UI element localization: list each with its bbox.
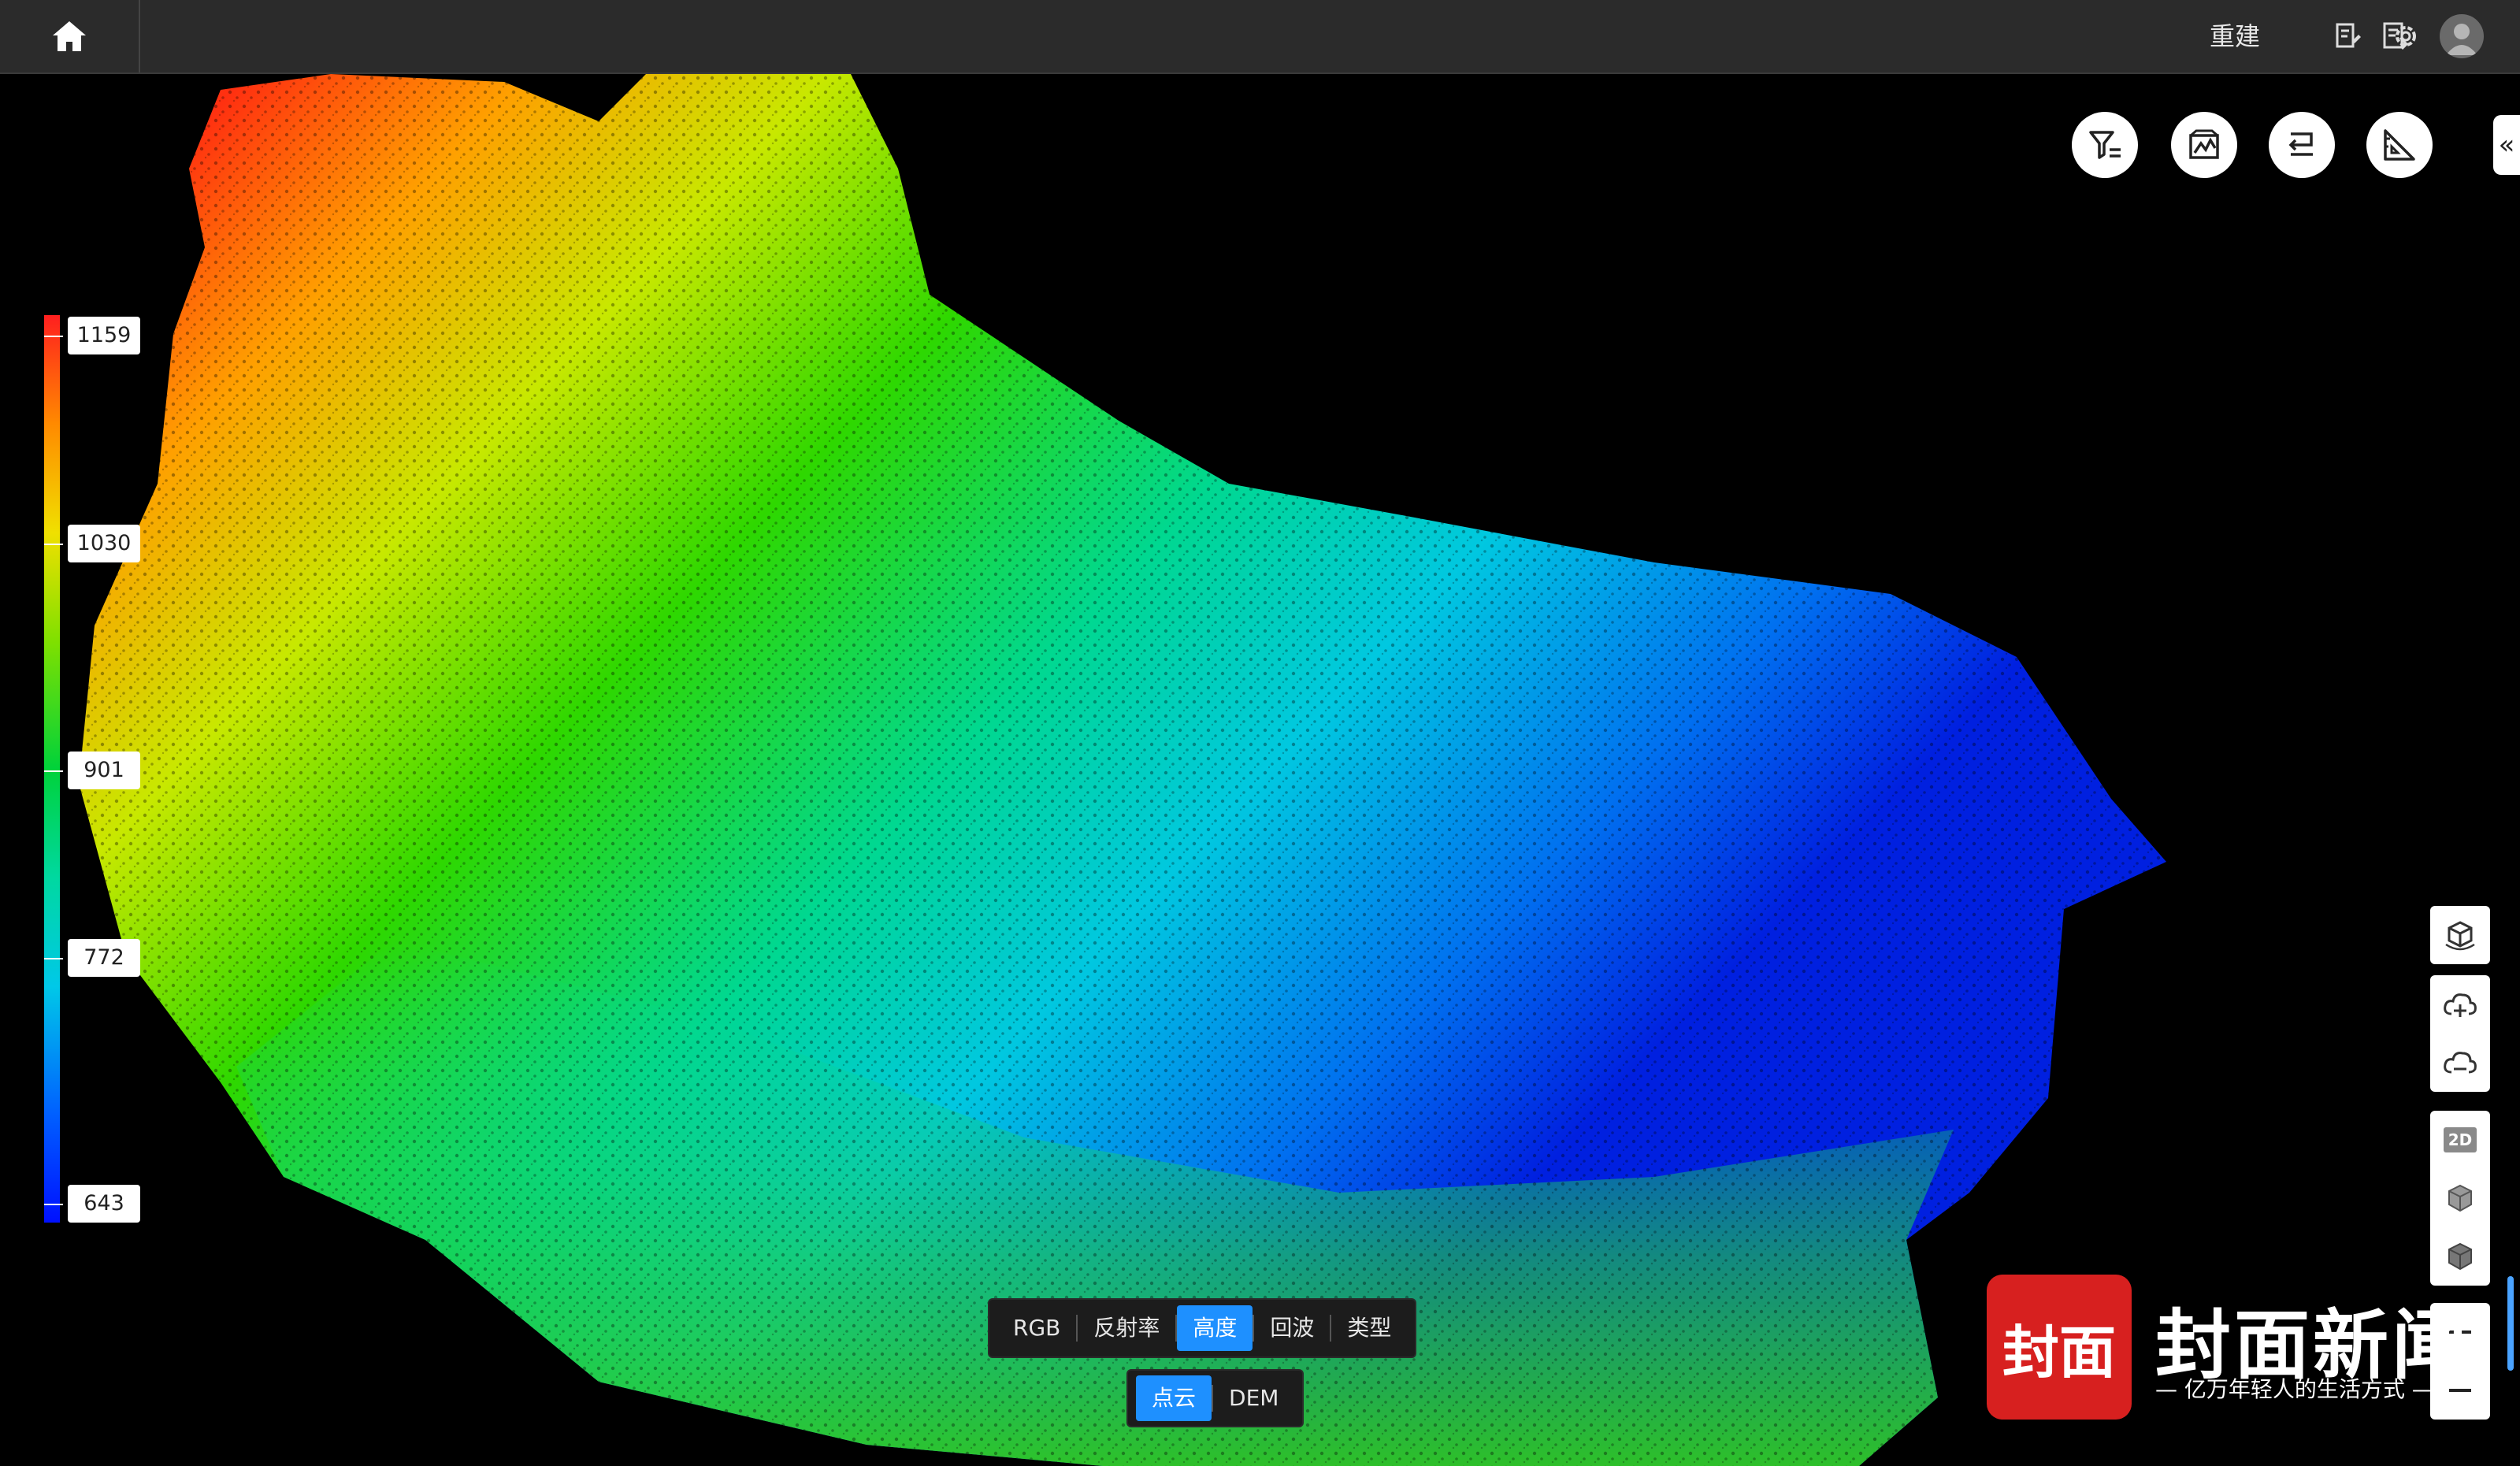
profile-map-button[interactable]: [2171, 112, 2237, 178]
render-mode-type[interactable]: 类型: [1331, 1305, 1407, 1351]
render-mode-reflectance[interactable]: 反射率: [1078, 1305, 1175, 1351]
cloud-remove-button[interactable]: [2430, 1034, 2490, 1092]
rebuild-button[interactable]: 重建: [2210, 0, 2260, 72]
cube-solid-icon: [2448, 1242, 2472, 1271]
legend-value-max: 1159: [68, 317, 140, 354]
legend-value: 1030: [68, 525, 140, 562]
compare-button[interactable]: [2269, 112, 2335, 178]
home-icon: [53, 21, 86, 51]
view-reset-group: [2430, 906, 2490, 964]
cube-icon: [2448, 1184, 2472, 1212]
filter-icon: [2089, 131, 2121, 159]
user-icon: [2446, 24, 2477, 55]
view-2d-label: 2D: [2443, 1127, 2477, 1152]
data-mode-dem[interactable]: DEM: [1213, 1375, 1294, 1421]
cloud-add-button[interactable]: [2430, 975, 2490, 1034]
cloud-plus-icon: [2444, 993, 2477, 1017]
settings-icon[interactable]: [2390, 20, 2422, 52]
legend-tick: [44, 1204, 63, 1205]
legend-tick: [44, 958, 63, 959]
measure-button[interactable]: [2366, 112, 2433, 178]
legend-tick: [44, 770, 63, 772]
top-bar: 重建: [0, 0, 2520, 74]
legend-value: 772: [68, 939, 140, 977]
elevation-color-bar: [44, 315, 60, 1223]
view-mode-group: 2D: [2430, 1111, 2490, 1286]
cube-rotate-icon: [2445, 921, 2475, 951]
cloud-minus-icon: [2444, 1052, 2477, 1074]
reset-view-button[interactable]: [2430, 906, 2490, 964]
legend-tick: [44, 336, 63, 337]
double-chevron-left-icon: «: [2498, 129, 2515, 161]
unused-icon: [1131, 20, 1163, 52]
collapse-panel-button[interactable]: «: [2493, 115, 2520, 175]
ruler-triangle-icon: [2384, 129, 2415, 161]
spacer-icon: [1260, 20, 1291, 52]
legend-value-min: 643: [68, 1185, 140, 1223]
map-chart-icon: [2189, 129, 2219, 159]
filter-button[interactable]: [2072, 112, 2138, 178]
watermark-subtitle: — 亿万年轻人的生活方式 —: [2155, 1376, 2434, 1402]
cloud-upload-group: [2430, 975, 2490, 1092]
legend-value: 901: [68, 752, 140, 789]
render-mode-rgb[interactable]: RGB: [997, 1305, 1076, 1351]
notes-edit-icon[interactable]: [2332, 20, 2363, 52]
data-mode-point-cloud[interactable]: 点云: [1136, 1375, 1212, 1421]
render-mode-echo[interactable]: 回波: [1254, 1305, 1330, 1351]
view-2d-button[interactable]: 2D: [2430, 1111, 2490, 1169]
terrain-texture: [79, 74, 2166, 1466]
swap-icon: [2288, 132, 2313, 156]
render-mode-height[interactable]: 高度: [1177, 1305, 1253, 1351]
render-mode-switch: RGB 反射率 高度 回波 类型: [988, 1298, 1417, 1358]
home-button[interactable]: [0, 0, 140, 72]
legend-tick: [44, 544, 63, 545]
watermark: 封面 封面新闻 — 亿万年轻人的生活方式 —: [1987, 1275, 2513, 1424]
data-mode-switch: 点云 DEM: [1126, 1369, 1305, 1427]
watermark-logo: 封面: [1987, 1275, 2132, 1420]
point-cloud-view[interactable]: [0, 74, 2520, 1466]
view-3d-button[interactable]: [2430, 1169, 2490, 1227]
user-avatar[interactable]: [2440, 14, 2484, 58]
